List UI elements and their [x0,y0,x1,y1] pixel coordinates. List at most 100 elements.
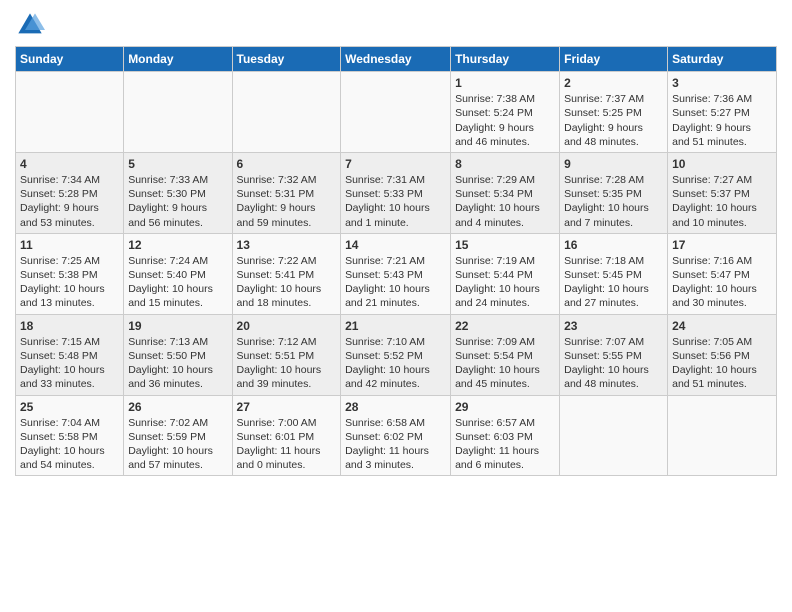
day-number: 18 [20,318,119,334]
day-info: Daylight: 9 hours [20,201,119,215]
calendar-cell: 2Sunrise: 7:37 AMSunset: 5:25 PMDaylight… [560,72,668,153]
day-number: 15 [455,237,555,253]
col-header-friday: Friday [560,47,668,72]
day-info: Sunset: 6:03 PM [455,430,555,444]
day-info: and 6 minutes. [455,458,555,472]
day-info: Daylight: 10 hours [564,201,663,215]
header-row: SundayMondayTuesdayWednesdayThursdayFrid… [16,47,777,72]
col-header-thursday: Thursday [451,47,560,72]
day-info: and 54 minutes. [20,458,119,472]
day-info: and 4 minutes. [455,216,555,230]
day-info: Sunrise: 7:32 AM [237,173,337,187]
week-row-4: 18Sunrise: 7:15 AMSunset: 5:48 PMDayligh… [16,314,777,395]
day-info: Daylight: 10 hours [20,363,119,377]
day-info: Sunset: 5:25 PM [564,106,663,120]
day-number: 25 [20,399,119,415]
calendar-cell: 29Sunrise: 6:57 AMSunset: 6:03 PMDayligh… [451,395,560,476]
day-info: Sunrise: 7:16 AM [672,254,772,268]
day-number: 19 [128,318,227,334]
day-number: 26 [128,399,227,415]
day-number: 10 [672,156,772,172]
day-info: Sunset: 5:28 PM [20,187,119,201]
day-number: 16 [564,237,663,253]
day-info: Sunset: 5:58 PM [20,430,119,444]
day-info: and 39 minutes. [237,377,337,391]
day-number: 22 [455,318,555,334]
day-info: and 59 minutes. [237,216,337,230]
day-info: Sunset: 5:44 PM [455,268,555,282]
day-info: Sunrise: 7:33 AM [128,173,227,187]
day-number: 9 [564,156,663,172]
day-info: Sunrise: 7:19 AM [455,254,555,268]
day-info: Daylight: 11 hours [455,444,555,458]
col-header-sunday: Sunday [16,47,124,72]
calendar-cell: 26Sunrise: 7:02 AMSunset: 5:59 PMDayligh… [124,395,232,476]
day-info: Daylight: 9 hours [455,121,555,135]
day-number: 8 [455,156,555,172]
day-number: 28 [345,399,446,415]
calendar-cell [16,72,124,153]
day-info: Sunset: 5:24 PM [455,106,555,120]
day-number: 4 [20,156,119,172]
day-info: Daylight: 10 hours [20,282,119,296]
day-info: and 48 minutes. [564,377,663,391]
day-info: Sunset: 5:51 PM [237,349,337,363]
calendar-cell: 22Sunrise: 7:09 AMSunset: 5:54 PMDayligh… [451,314,560,395]
day-info: Daylight: 10 hours [672,282,772,296]
day-info: Daylight: 10 hours [128,363,227,377]
day-info: Sunrise: 7:18 AM [564,254,663,268]
day-info: Daylight: 10 hours [455,282,555,296]
day-number: 20 [237,318,337,334]
day-info: Sunrise: 7:10 AM [345,335,446,349]
calendar-cell: 6Sunrise: 7:32 AMSunset: 5:31 PMDaylight… [232,152,341,233]
day-number: 11 [20,237,119,253]
day-info: and 30 minutes. [672,296,772,310]
col-header-tuesday: Tuesday [232,47,341,72]
day-info: Sunrise: 7:21 AM [345,254,446,268]
calendar-cell: 5Sunrise: 7:33 AMSunset: 5:30 PMDaylight… [124,152,232,233]
day-info: Sunset: 5:41 PM [237,268,337,282]
calendar-cell: 28Sunrise: 6:58 AMSunset: 6:02 PMDayligh… [341,395,451,476]
day-info: Sunrise: 6:58 AM [345,416,446,430]
day-info: Sunset: 5:50 PM [128,349,227,363]
col-header-wednesday: Wednesday [341,47,451,72]
day-info: and 48 minutes. [564,135,663,149]
day-info: Sunset: 5:37 PM [672,187,772,201]
header [15,10,777,40]
day-info: Daylight: 10 hours [564,282,663,296]
week-row-2: 4Sunrise: 7:34 AMSunset: 5:28 PMDaylight… [16,152,777,233]
day-info: Sunset: 6:01 PM [237,430,337,444]
week-row-3: 11Sunrise: 7:25 AMSunset: 5:38 PMDayligh… [16,233,777,314]
logo-icon [15,10,45,40]
day-info: Sunrise: 7:36 AM [672,92,772,106]
day-info: Sunset: 5:30 PM [128,187,227,201]
day-info: Sunset: 5:34 PM [455,187,555,201]
calendar-cell: 20Sunrise: 7:12 AMSunset: 5:51 PMDayligh… [232,314,341,395]
day-number: 13 [237,237,337,253]
calendar-header: SundayMondayTuesdayWednesdayThursdayFrid… [16,47,777,72]
calendar-cell: 17Sunrise: 7:16 AMSunset: 5:47 PMDayligh… [668,233,777,314]
day-info: Sunset: 5:38 PM [20,268,119,282]
calendar-cell [560,395,668,476]
calendar-cell: 7Sunrise: 7:31 AMSunset: 5:33 PMDaylight… [341,152,451,233]
day-info: Sunset: 5:55 PM [564,349,663,363]
day-info: Daylight: 10 hours [345,201,446,215]
day-info: and 36 minutes. [128,377,227,391]
day-info: and 24 minutes. [455,296,555,310]
day-info: Sunrise: 7:27 AM [672,173,772,187]
calendar-cell [668,395,777,476]
day-info: Sunrise: 7:38 AM [455,92,555,106]
calendar-cell: 11Sunrise: 7:25 AMSunset: 5:38 PMDayligh… [16,233,124,314]
day-info: Sunrise: 7:02 AM [128,416,227,430]
calendar-cell: 8Sunrise: 7:29 AMSunset: 5:34 PMDaylight… [451,152,560,233]
day-info: Sunset: 5:48 PM [20,349,119,363]
day-info: Daylight: 10 hours [455,201,555,215]
calendar-cell: 13Sunrise: 7:22 AMSunset: 5:41 PMDayligh… [232,233,341,314]
day-info: Sunrise: 7:09 AM [455,335,555,349]
day-info: and 18 minutes. [237,296,337,310]
day-info: Daylight: 11 hours [237,444,337,458]
col-header-saturday: Saturday [668,47,777,72]
day-number: 6 [237,156,337,172]
calendar-cell: 4Sunrise: 7:34 AMSunset: 5:28 PMDaylight… [16,152,124,233]
calendar-container: SundayMondayTuesdayWednesdayThursdayFrid… [0,0,792,612]
